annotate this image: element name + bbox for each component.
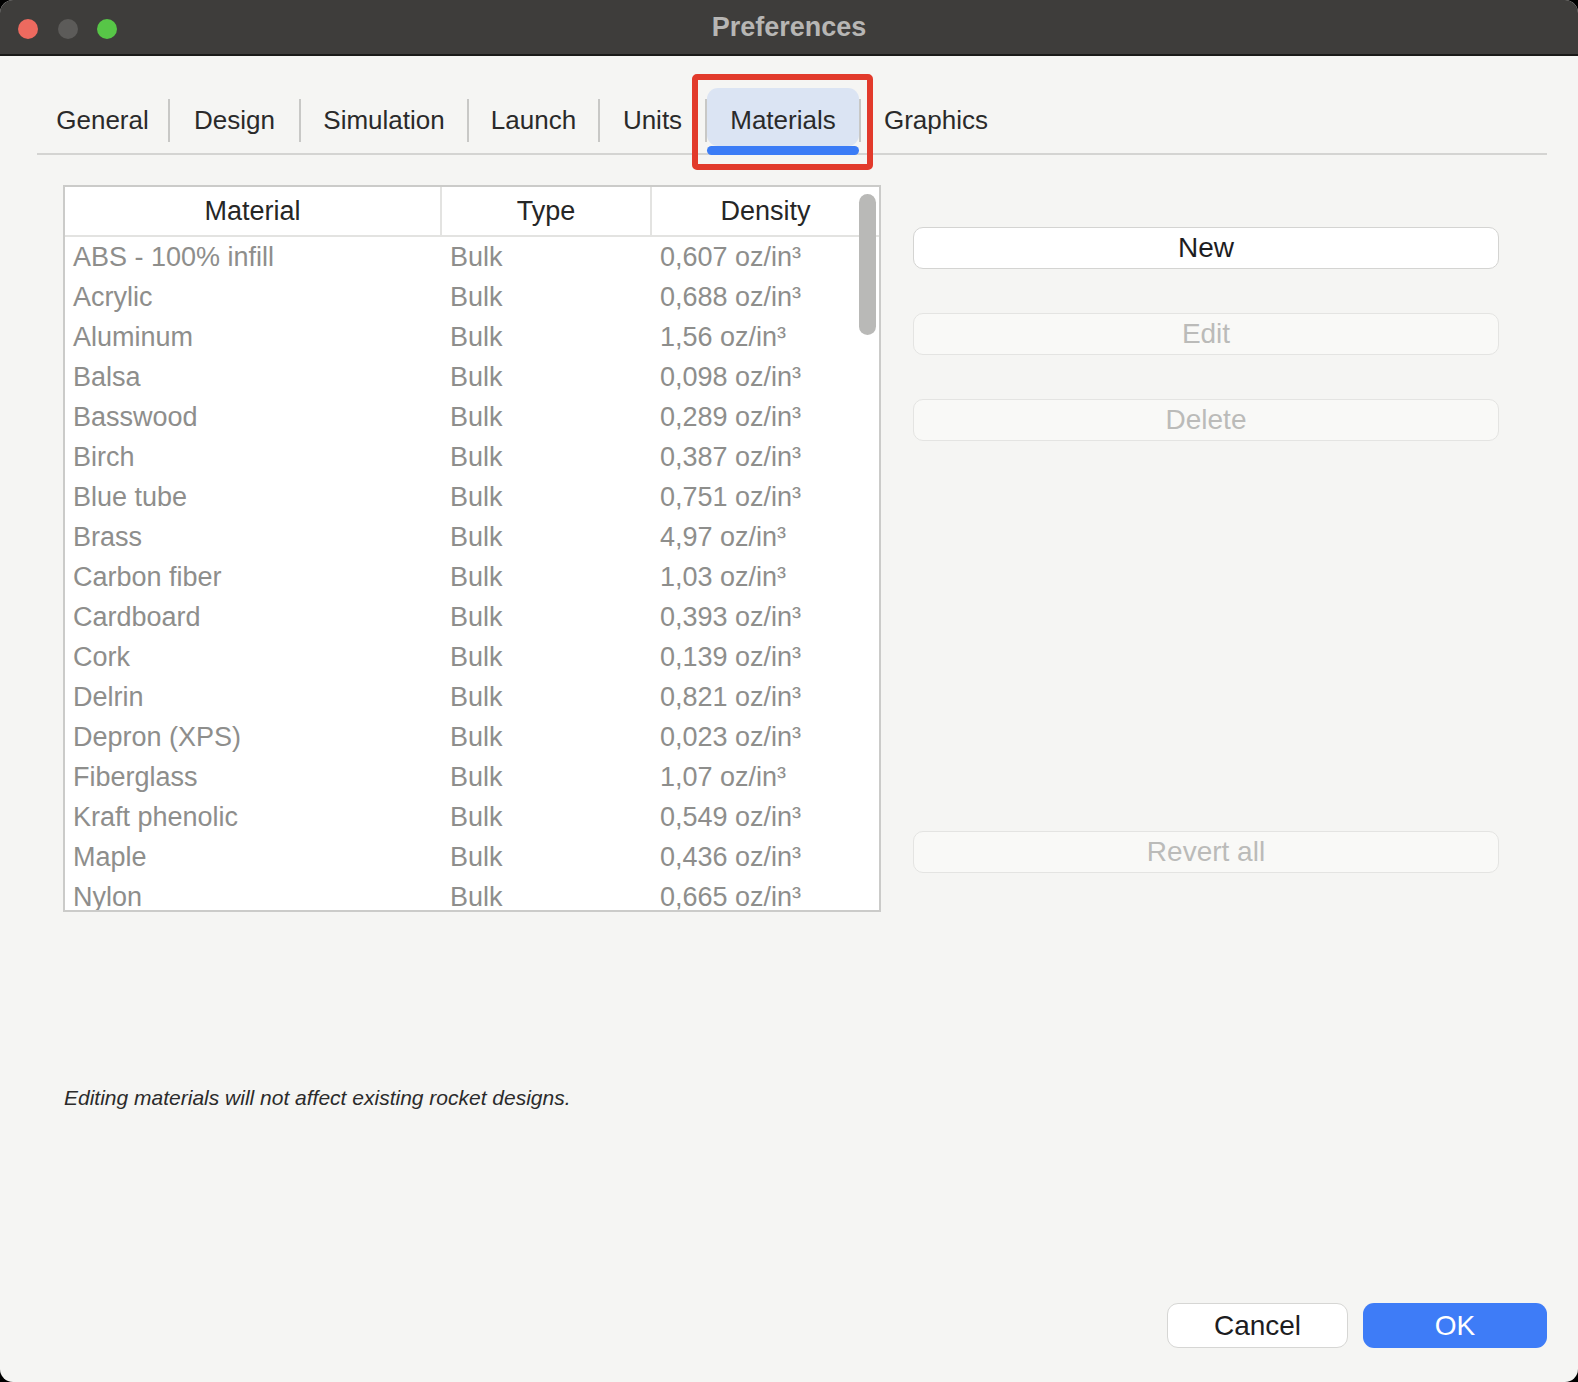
cell-density: 0,139 oz/in³ bbox=[652, 642, 879, 673]
cell-type: Bulk bbox=[442, 722, 652, 753]
cell-type: Bulk bbox=[442, 282, 652, 313]
cell-density: 0,393 oz/in³ bbox=[652, 602, 879, 633]
column-header-density[interactable]: Density bbox=[652, 187, 879, 235]
cell-type: Bulk bbox=[442, 562, 652, 593]
cell-density: 0,751 oz/in³ bbox=[652, 482, 879, 513]
cell-density: 0,607 oz/in³ bbox=[652, 242, 879, 273]
cell-material: Carbon fiber bbox=[65, 562, 442, 593]
cell-material: Birch bbox=[65, 442, 442, 473]
table-row[interactable]: CardboardBulk0,393 oz/in³ bbox=[65, 597, 879, 637]
tab-graphics[interactable]: Graphics bbox=[861, 85, 1011, 146]
materials-note: Editing materials will not affect existi… bbox=[64, 1086, 571, 1110]
cell-material: Aluminum bbox=[65, 322, 442, 353]
cell-density: 0,821 oz/in³ bbox=[652, 682, 879, 713]
materials-tab-annotation bbox=[692, 74, 873, 170]
cell-density: 4,97 oz/in³ bbox=[652, 522, 879, 553]
table-row[interactable]: FiberglassBulk1,07 oz/in³ bbox=[65, 757, 879, 797]
table-row[interactable]: Kraft phenolicBulk0,549 oz/in³ bbox=[65, 797, 879, 837]
table-header: Material Type Density bbox=[65, 187, 879, 237]
cell-material: Cork bbox=[65, 642, 442, 673]
table-row[interactable]: BasswoodBulk0,289 oz/in³ bbox=[65, 397, 879, 437]
cell-type: Bulk bbox=[442, 602, 652, 633]
cell-material: Blue tube bbox=[65, 482, 442, 513]
cell-material: Maple bbox=[65, 842, 442, 873]
cell-type: Bulk bbox=[442, 402, 652, 433]
table-row[interactable]: Depron (XPS)Bulk0,023 oz/in³ bbox=[65, 717, 879, 757]
tab-simulation[interactable]: Simulation bbox=[301, 85, 467, 146]
new-button[interactable]: New bbox=[913, 227, 1499, 269]
cell-material: Basswood bbox=[65, 402, 442, 433]
cell-density: 0,549 oz/in³ bbox=[652, 802, 879, 833]
cell-material: Cardboard bbox=[65, 602, 442, 633]
cell-type: Bulk bbox=[442, 482, 652, 513]
table-row[interactable]: Carbon fiberBulk1,03 oz/in³ bbox=[65, 557, 879, 597]
table-scrollbar-thumb[interactable] bbox=[859, 194, 876, 335]
cell-density: 0,387 oz/in³ bbox=[652, 442, 879, 473]
cell-density: 0,289 oz/in³ bbox=[652, 402, 879, 433]
cell-type: Bulk bbox=[442, 762, 652, 793]
cell-type: Bulk bbox=[442, 442, 652, 473]
cell-density: 1,56 oz/in³ bbox=[652, 322, 879, 353]
cell-material: Balsa bbox=[65, 362, 442, 393]
cell-type: Bulk bbox=[442, 322, 652, 353]
edit-button[interactable]: Edit bbox=[913, 313, 1499, 355]
table-row[interactable]: Blue tubeBulk0,751 oz/in³ bbox=[65, 477, 879, 517]
cell-material: Nylon bbox=[65, 882, 442, 913]
cell-material: ABS - 100% infill bbox=[65, 242, 442, 273]
cell-type: Bulk bbox=[442, 802, 652, 833]
tab-units[interactable]: Units bbox=[600, 85, 705, 146]
cell-type: Bulk bbox=[442, 842, 652, 873]
cancel-button[interactable]: Cancel bbox=[1167, 1303, 1348, 1348]
cell-type: Bulk bbox=[442, 882, 652, 913]
materials-table: Material Type Density ABS - 100% infillB… bbox=[63, 185, 881, 912]
cell-material: Fiberglass bbox=[65, 762, 442, 793]
cell-type: Bulk bbox=[442, 642, 652, 673]
table-row[interactable]: AluminumBulk1,56 oz/in³ bbox=[65, 317, 879, 357]
cell-density: 0,665 oz/in³ bbox=[652, 882, 879, 913]
cell-density: 0,023 oz/in³ bbox=[652, 722, 879, 753]
cell-material: Kraft phenolic bbox=[65, 802, 442, 833]
delete-button[interactable]: Delete bbox=[913, 399, 1499, 441]
cell-material: Brass bbox=[65, 522, 442, 553]
preferences-window: Preferences GeneralDesignSimulationLaunc… bbox=[0, 0, 1578, 1382]
table-row[interactable]: BrassBulk4,97 oz/in³ bbox=[65, 517, 879, 557]
cell-material: Depron (XPS) bbox=[65, 722, 442, 753]
cell-density: 1,03 oz/in³ bbox=[652, 562, 879, 593]
column-header-type[interactable]: Type bbox=[442, 187, 652, 235]
revert-all-button[interactable]: Revert all bbox=[913, 831, 1499, 873]
cell-material: Acrylic bbox=[65, 282, 442, 313]
table-row[interactable]: BalsaBulk0,098 oz/in³ bbox=[65, 357, 879, 397]
table-row[interactable]: MapleBulk0,436 oz/in³ bbox=[65, 837, 879, 877]
cell-material: Delrin bbox=[65, 682, 442, 713]
tab-design[interactable]: Design bbox=[170, 85, 299, 146]
ok-button[interactable]: OK bbox=[1363, 1303, 1547, 1348]
cell-type: Bulk bbox=[442, 242, 652, 273]
column-header-material[interactable]: Material bbox=[65, 187, 442, 235]
cell-density: 0,436 oz/in³ bbox=[652, 842, 879, 873]
cell-type: Bulk bbox=[442, 362, 652, 393]
table-row[interactable]: AcrylicBulk0,688 oz/in³ bbox=[65, 277, 879, 317]
table-row[interactable]: DelrinBulk0,821 oz/in³ bbox=[65, 677, 879, 717]
tab-general[interactable]: General bbox=[37, 85, 168, 146]
table-body: ABS - 100% infillBulk0,607 oz/in³Acrylic… bbox=[65, 237, 879, 912]
table-row[interactable]: NylonBulk0,665 oz/in³ bbox=[65, 877, 879, 912]
table-row[interactable]: CorkBulk0,139 oz/in³ bbox=[65, 637, 879, 677]
cell-density: 0,688 oz/in³ bbox=[652, 282, 879, 313]
table-row[interactable]: ABS - 100% infillBulk0,607 oz/in³ bbox=[65, 237, 879, 277]
cell-density: 1,07 oz/in³ bbox=[652, 762, 879, 793]
tab-launch[interactable]: Launch bbox=[469, 85, 598, 146]
cell-type: Bulk bbox=[442, 682, 652, 713]
cell-density: 0,098 oz/in³ bbox=[652, 362, 879, 393]
table-row[interactable]: BirchBulk0,387 oz/in³ bbox=[65, 437, 879, 477]
title-bar: Preferences bbox=[0, 0, 1578, 56]
window-title: Preferences bbox=[0, 12, 1578, 43]
cell-type: Bulk bbox=[442, 522, 652, 553]
